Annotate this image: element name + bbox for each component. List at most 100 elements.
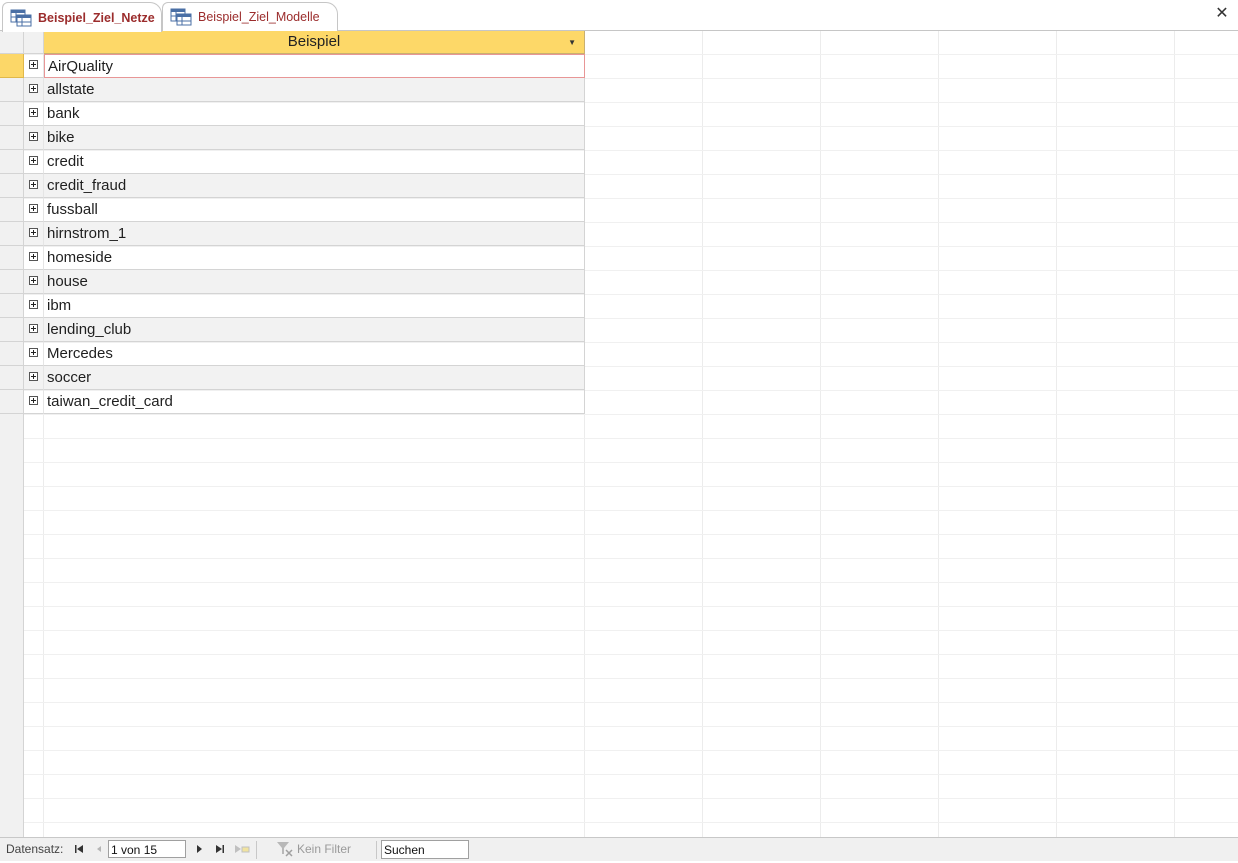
expand-plus-icon[interactable] <box>29 348 38 357</box>
beispiel-cell[interactable]: soccer <box>44 366 585 390</box>
table-row[interactable]: house <box>0 270 585 294</box>
table-row[interactable]: Mercedes <box>0 342 585 366</box>
table-row[interactable]: taiwan_credit_card <box>0 390 585 414</box>
expand-cell <box>24 126 44 150</box>
beispiel-cell[interactable]: credit_fraud <box>44 174 585 198</box>
current-record-field[interactable]: 1 von 15 <box>108 840 186 858</box>
expand-cell <box>24 198 44 222</box>
beispiel-cell[interactable]: allstate <box>44 78 585 102</box>
expand-plus-icon[interactable] <box>29 84 38 93</box>
previous-record-icon[interactable] <box>91 841 107 857</box>
record-selector[interactable] <box>0 126 24 150</box>
record-selector[interactable] <box>0 150 24 174</box>
table-row[interactable]: bank <box>0 102 585 126</box>
expand-plus-icon[interactable] <box>29 60 38 69</box>
table-row[interactable]: hirnstrom_1 <box>0 222 585 246</box>
new-record-icon[interactable] <box>233 841 250 857</box>
beispiel-cell[interactable]: homeside <box>44 246 585 270</box>
chevron-down-icon[interactable]: ▼ <box>568 31 576 54</box>
tab-label: Beispiel_Ziel_Netze <box>38 10 155 25</box>
beispiel-cell[interactable]: fussball <box>44 198 585 222</box>
expand-cell <box>24 174 44 198</box>
record-selector[interactable] <box>0 174 24 198</box>
expand-column-header <box>24 31 44 54</box>
table-row[interactable]: bike <box>0 126 585 150</box>
expand-cell <box>24 78 44 102</box>
record-label: Datensatz: <box>6 842 64 856</box>
close-icon[interactable]: ✕ <box>1214 6 1230 22</box>
document-tab-bar: Beispiel_Ziel_Netze Beispiel_Ziel_Modell… <box>0 0 1238 32</box>
record-selector[interactable] <box>0 102 24 126</box>
tab-beispiel-ziel-netze[interactable]: Beispiel_Ziel_Netze <box>2 2 162 32</box>
expand-cell <box>24 318 44 342</box>
beispiel-cell[interactable]: lending_club <box>44 318 585 342</box>
expand-plus-icon[interactable] <box>29 228 38 237</box>
next-record-icon[interactable] <box>191 841 207 857</box>
table-row[interactable]: AirQuality <box>0 54 585 78</box>
beispiel-cell[interactable]: taiwan_credit_card <box>44 390 585 414</box>
expand-cell <box>24 294 44 318</box>
record-selector[interactable] <box>0 294 24 318</box>
beispiel-cell[interactable]: hirnstrom_1 <box>44 222 585 246</box>
record-selector[interactable] <box>0 366 24 390</box>
expand-cell <box>24 246 44 270</box>
table-row[interactable]: allstate <box>0 78 585 102</box>
expand-cell <box>24 342 44 366</box>
expand-cell <box>24 54 44 78</box>
expand-plus-icon[interactable] <box>29 372 38 381</box>
expand-plus-icon[interactable] <box>29 108 38 117</box>
record-selector[interactable] <box>0 246 24 270</box>
beispiel-cell[interactable]: AirQuality <box>44 54 585 78</box>
beispiel-cell[interactable]: bank <box>44 102 585 126</box>
expand-cell <box>24 102 44 126</box>
table-row[interactable]: credit_fraud <box>0 174 585 198</box>
expand-plus-icon[interactable] <box>29 204 38 213</box>
expand-plus-icon[interactable] <box>29 396 38 405</box>
table-row[interactable]: soccer <box>0 366 585 390</box>
divider <box>376 841 377 859</box>
record-selector[interactable] <box>0 222 24 246</box>
beispiel-cell[interactable]: house <box>44 270 585 294</box>
expand-cell <box>24 150 44 174</box>
table-row[interactable]: fussball <box>0 198 585 222</box>
record-selector[interactable] <box>0 342 24 366</box>
table-row[interactable]: ibm <box>0 294 585 318</box>
expand-plus-icon[interactable] <box>29 132 38 141</box>
filter-toggle-button[interactable]: Kein Filter <box>276 840 351 858</box>
expand-cell <box>24 222 44 246</box>
search-input[interactable]: Suchen <box>381 840 469 859</box>
table-row[interactable]: credit <box>0 150 585 174</box>
beispiel-cell[interactable]: bike <box>44 126 585 150</box>
first-record-icon[interactable] <box>71 841 87 857</box>
table-row[interactable]: homeside <box>0 246 585 270</box>
expand-plus-icon[interactable] <box>29 180 38 189</box>
column-header-beispiel[interactable]: Beispiel ▼ <box>44 31 585 54</box>
expand-cell <box>24 366 44 390</box>
beispiel-cell[interactable]: ibm <box>44 294 585 318</box>
expand-plus-icon[interactable] <box>29 300 38 309</box>
last-record-icon[interactable] <box>212 841 228 857</box>
expand-plus-icon[interactable] <box>29 324 38 333</box>
tab-label: Beispiel_Ziel_Modelle <box>198 10 320 24</box>
record-selector[interactable] <box>0 318 24 342</box>
record-selector[interactable] <box>0 270 24 294</box>
record-selector[interactable] <box>0 54 24 78</box>
beispiel-cell[interactable]: Mercedes <box>44 342 585 366</box>
record-navigation-bar: Datensatz: 1 von 15 Kein Filter Suchen <box>0 837 1238 861</box>
expand-plus-icon[interactable] <box>29 156 38 165</box>
record-selector[interactable] <box>0 198 24 222</box>
beispiel-cell[interactable]: credit <box>44 150 585 174</box>
table-row[interactable]: lending_club <box>0 318 585 342</box>
table-icon <box>10 9 32 27</box>
divider <box>256 841 257 859</box>
expand-plus-icon[interactable] <box>29 276 38 285</box>
column-header-label: Beispiel <box>287 33 341 50</box>
record-selector[interactable] <box>0 390 24 414</box>
record-selector[interactable] <box>0 78 24 102</box>
select-all-corner[interactable] <box>0 31 24 54</box>
tab-beispiel-ziel-modelle[interactable]: Beispiel_Ziel_Modelle <box>162 2 338 31</box>
expand-cell <box>24 390 44 414</box>
table-icon <box>170 8 192 26</box>
expand-plus-icon[interactable] <box>29 252 38 261</box>
filter-label: Kein Filter <box>297 842 352 856</box>
